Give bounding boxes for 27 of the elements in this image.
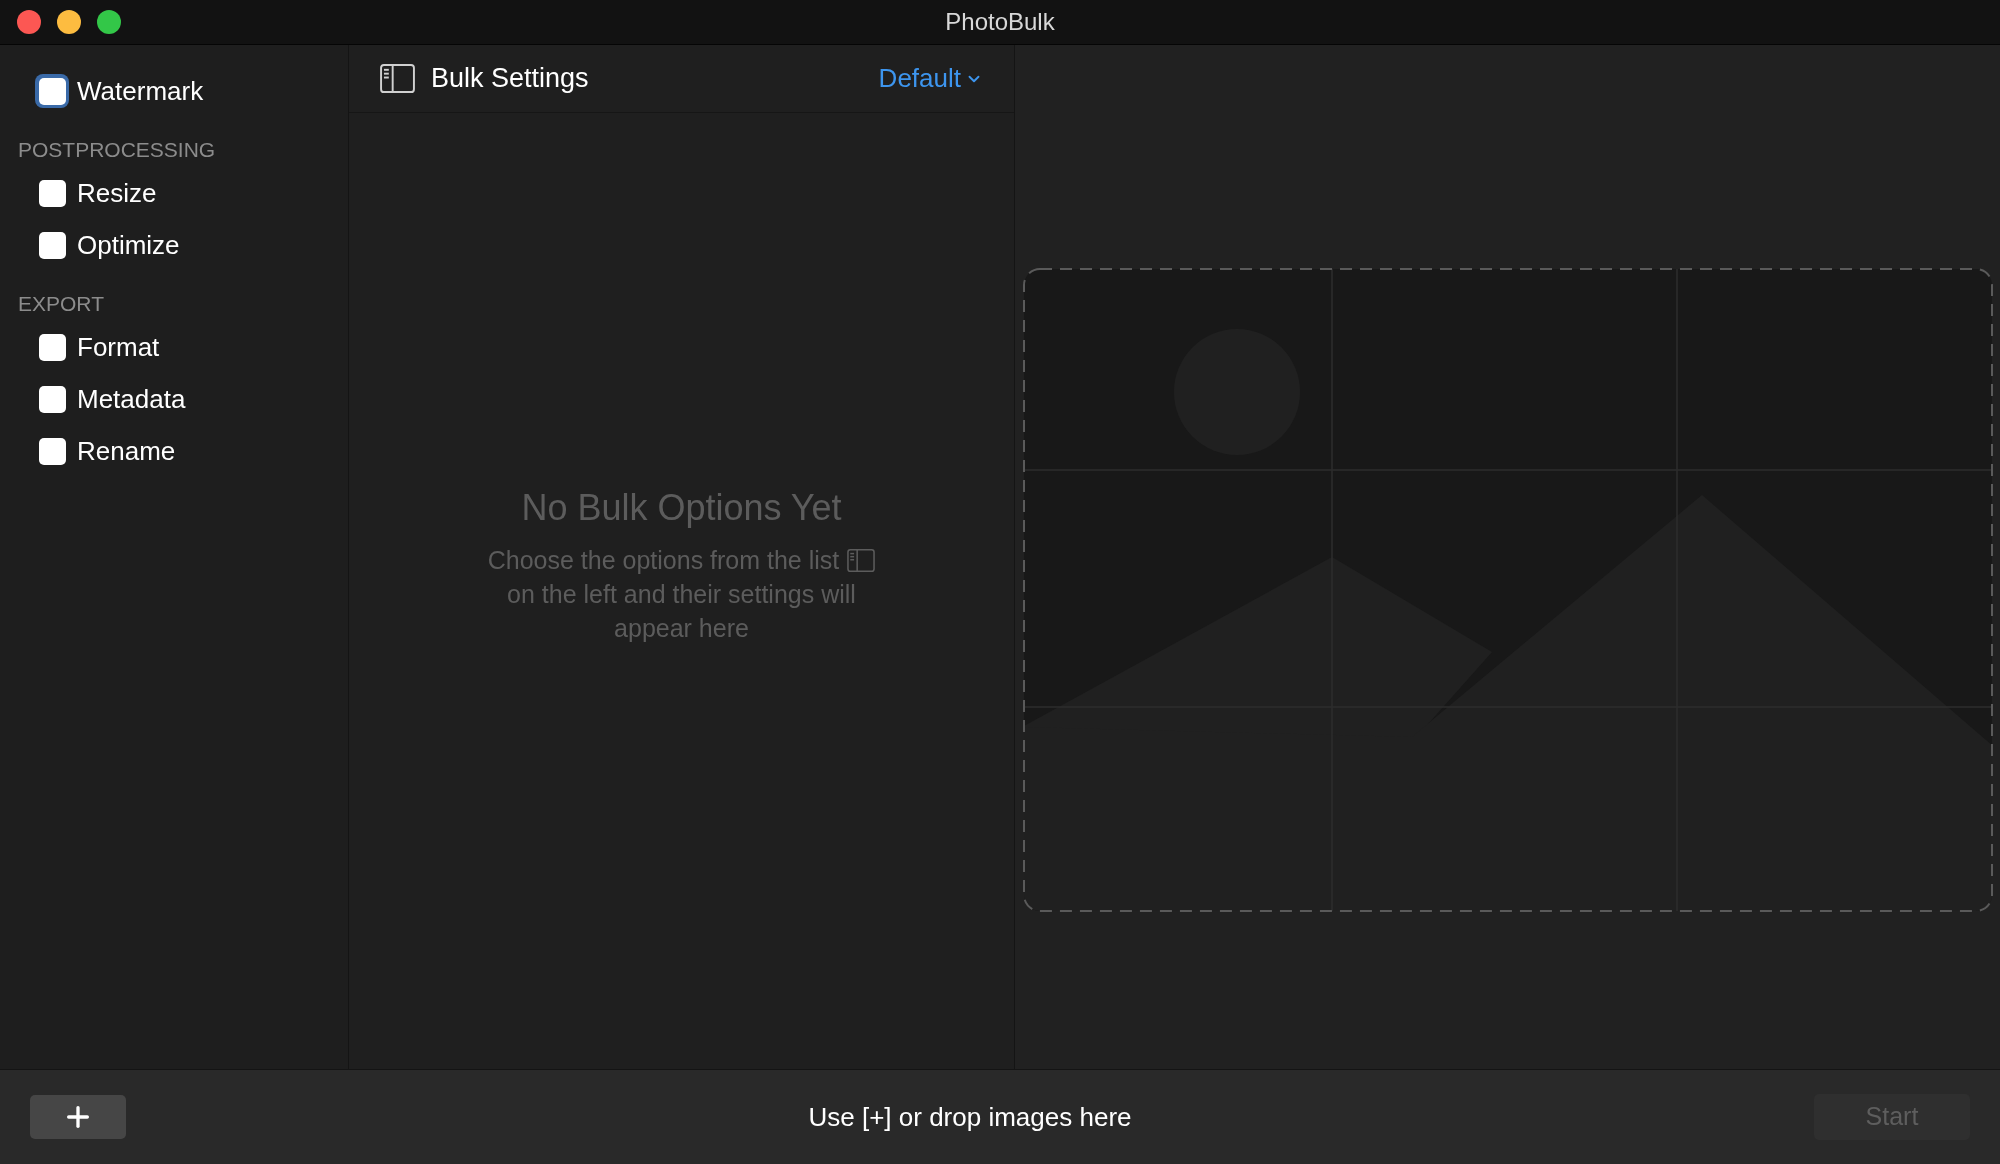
window-title: PhotoBulk bbox=[945, 7, 1055, 37]
minimize-button[interactable] bbox=[57, 10, 81, 34]
option-label: Resize bbox=[77, 176, 157, 210]
add-button[interactable] bbox=[30, 1095, 126, 1139]
close-button[interactable] bbox=[17, 10, 41, 34]
checkbox[interactable] bbox=[38, 231, 66, 259]
settings-title: Bulk Settings bbox=[431, 62, 589, 96]
option-label: Metadata bbox=[77, 382, 186, 416]
empty-state-text: appear here bbox=[614, 613, 749, 644]
empty-state-text: Choose the options from the list bbox=[487, 545, 840, 576]
option-label: Format bbox=[77, 330, 160, 364]
sidebar-icon bbox=[380, 64, 415, 93]
checkbox[interactable] bbox=[38, 385, 66, 413]
drop-hint: Use [+] or drop images here bbox=[808, 1100, 1132, 1134]
checkbox[interactable] bbox=[38, 179, 66, 207]
section-heading: EXPORT bbox=[18, 291, 104, 318]
section-heading: POSTPROCESSING bbox=[18, 137, 216, 164]
option-label: Optimize bbox=[77, 228, 180, 262]
preset-dropdown[interactable]: Default bbox=[878, 59, 983, 98]
empty-state-text: on the left and their settings will bbox=[507, 579, 856, 610]
empty-state-title: No Bulk Options Yet bbox=[521, 486, 842, 530]
sidebar-icon bbox=[847, 548, 876, 572]
checkbox[interactable] bbox=[38, 437, 66, 465]
option-label: Watermark bbox=[77, 74, 204, 108]
checkbox[interactable] bbox=[38, 333, 66, 361]
zoom-button[interactable] bbox=[97, 10, 121, 34]
option-label: Rename bbox=[77, 434, 176, 468]
